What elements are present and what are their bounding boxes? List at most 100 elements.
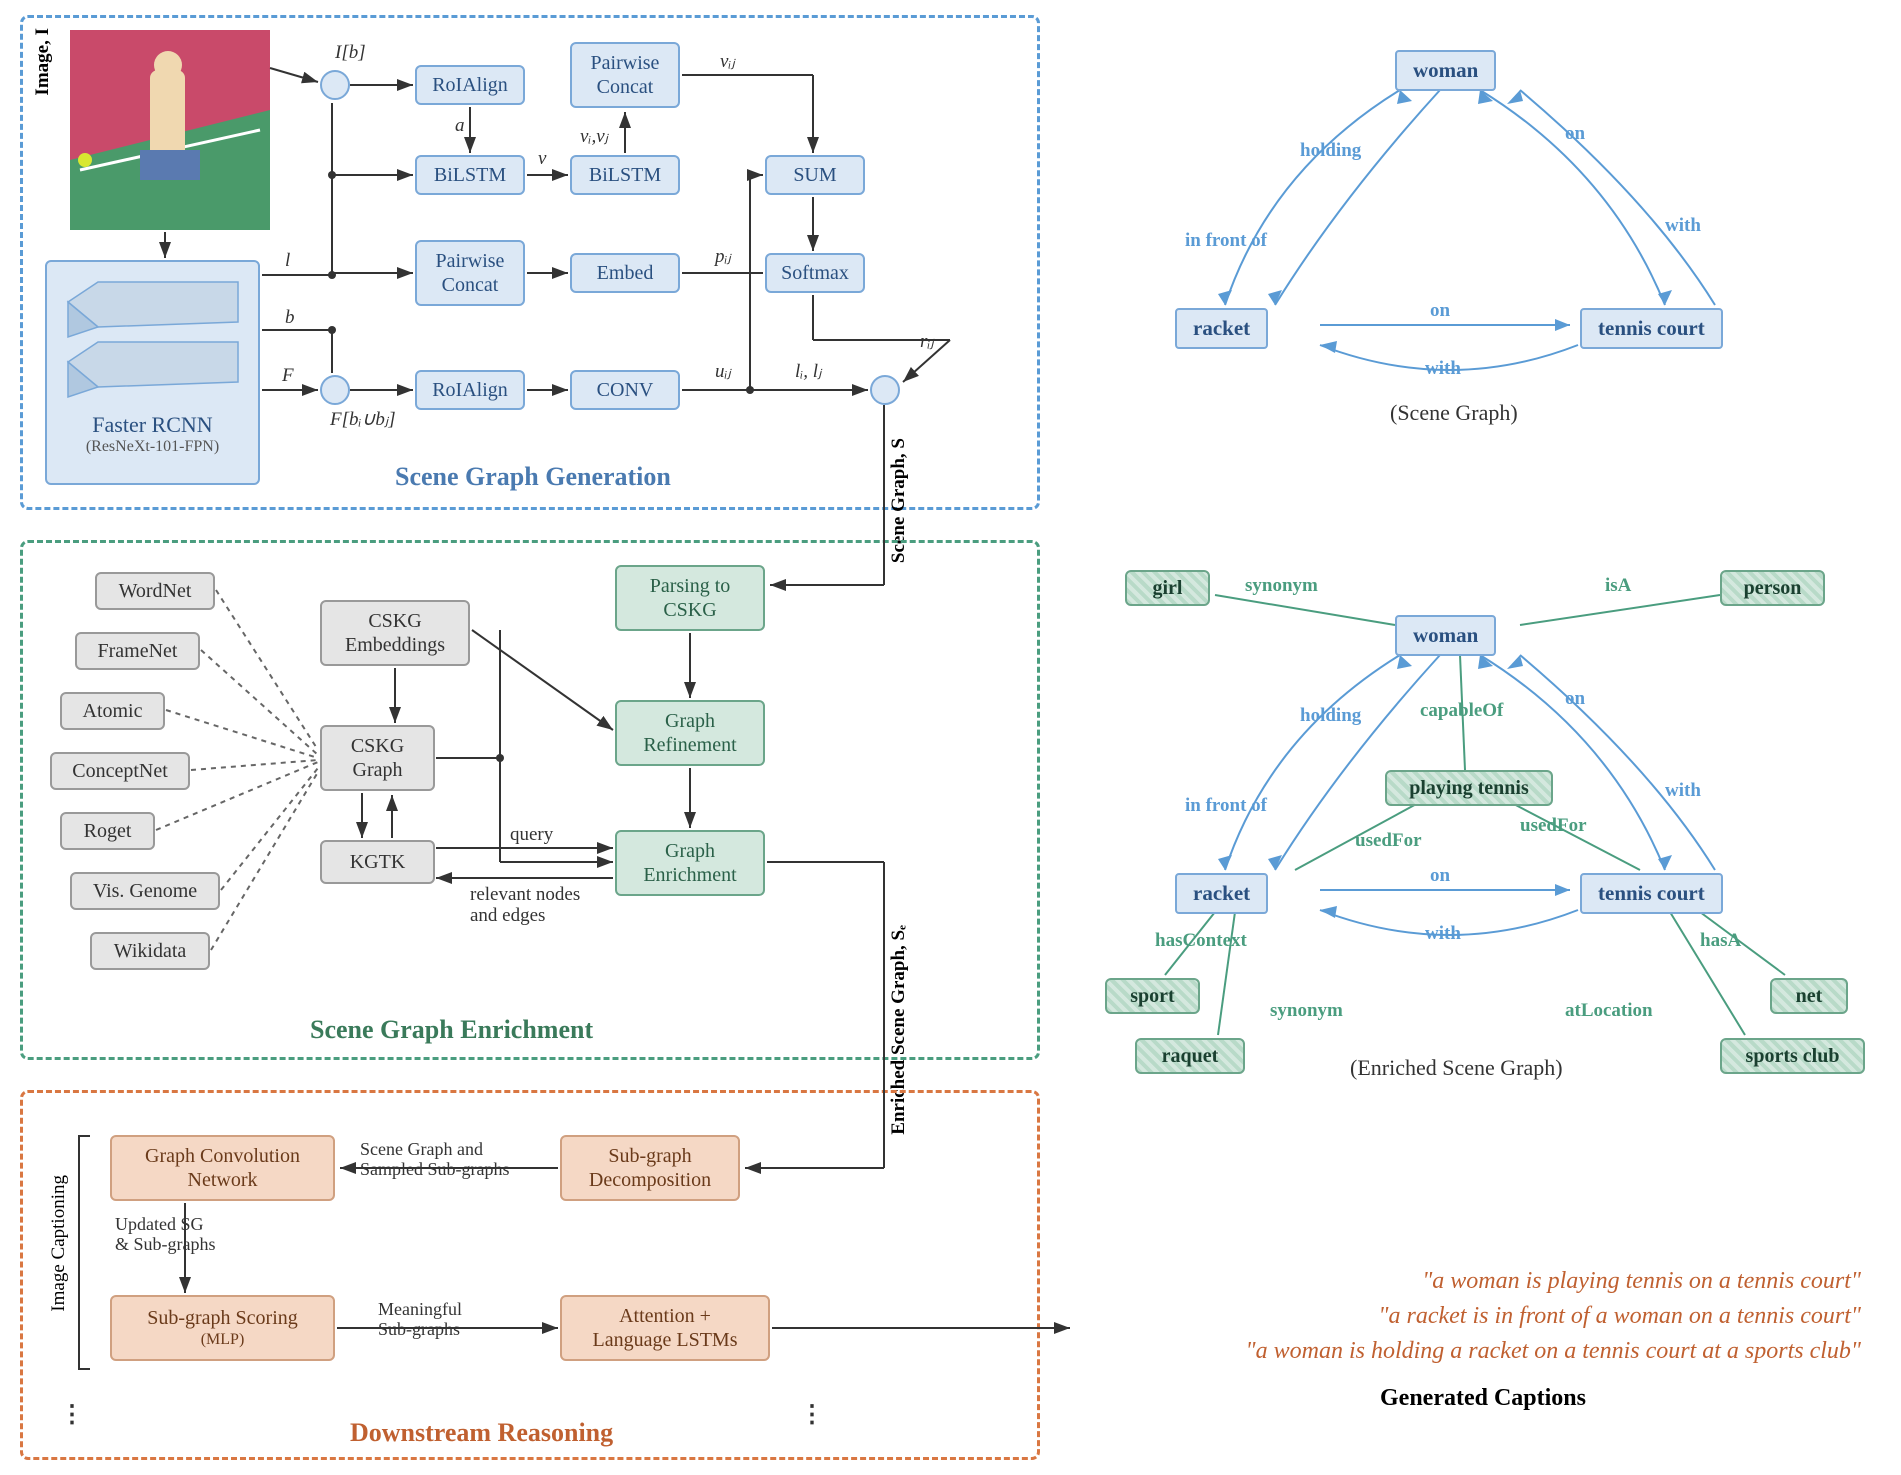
edge-label-vivj: vᵢ,vⱼ bbox=[580, 125, 608, 148]
sg-edge-with: with bbox=[1665, 215, 1701, 237]
caption-3: "a woman is holding a racket on a tennis… bbox=[1061, 1338, 1861, 1365]
caption-2: "a racket is in front of a woman on a te… bbox=[1061, 1303, 1861, 1330]
parsing-cskg: Parsing to CSKG bbox=[615, 565, 765, 631]
eg-edge-with2: with bbox=[1425, 923, 1461, 945]
merge-node-output bbox=[870, 375, 900, 405]
panel-scene-graph-enrichment bbox=[20, 540, 1040, 1060]
cskg-graph: CSKG Graph bbox=[320, 725, 435, 791]
edge-label-rij: rᵢⱼ bbox=[920, 330, 934, 353]
eg-edge-with: with bbox=[1665, 780, 1701, 802]
softmax-box: Softmax bbox=[765, 253, 865, 293]
eg-edge-on2: on bbox=[1430, 865, 1450, 887]
sg-edge-on: on bbox=[1565, 123, 1585, 145]
section-title-sgg: Scene Graph Generation bbox=[395, 462, 671, 492]
dots-left: ⋮ bbox=[60, 1400, 86, 1429]
subgraph-decomposition: Sub-graph Decomposition bbox=[560, 1135, 740, 1201]
conv-box: CONV bbox=[570, 370, 680, 410]
input-image bbox=[70, 30, 270, 230]
query-label: query bbox=[510, 824, 553, 846]
detector-name: Faster RCNN bbox=[57, 412, 248, 438]
sg-node-court: tennis court bbox=[1580, 308, 1723, 349]
kb-conceptnet: ConceptNet bbox=[50, 752, 190, 790]
kb-roget: Roget bbox=[60, 812, 155, 850]
edge-label-pij: pᵢⱼ bbox=[715, 245, 731, 268]
eg-node-court: tennis court bbox=[1580, 873, 1723, 914]
eg-ext-usedfor2: usedFor bbox=[1520, 815, 1587, 837]
attention-lstm: Attention + Language LSTMs bbox=[560, 1295, 770, 1361]
scoring-sub: (MLP) bbox=[201, 1330, 245, 1349]
eg-ext-sport: sport bbox=[1105, 978, 1200, 1014]
cskg-embeddings: CSKG Embeddings bbox=[320, 600, 470, 666]
sum-box: SUM bbox=[765, 155, 865, 195]
eg-ext-hascontext: hasContext bbox=[1155, 930, 1247, 952]
sg-edge-infrontof: in front of bbox=[1185, 230, 1267, 252]
image-captioning-label: Image Captioning bbox=[48, 1175, 70, 1312]
faster-rcnn-box: Faster RCNN (ResNeXt-101-FPN) bbox=[45, 260, 260, 485]
edge-label-b: b bbox=[285, 307, 295, 329]
eg-ext-capableof: capableOf bbox=[1420, 700, 1503, 722]
edge-label-lilj: lᵢ, lⱼ bbox=[795, 360, 821, 383]
eg-ext-atlocation: atLocation bbox=[1565, 1000, 1653, 1022]
eg-ext-person: person bbox=[1720, 570, 1825, 606]
graph-enrichment: Graph Enrichment bbox=[615, 830, 765, 896]
section-title-sge: Scene Graph Enrichment bbox=[310, 1015, 593, 1045]
eg-ext-usedfor1: usedFor bbox=[1355, 830, 1422, 852]
bilstm-1: BiLSTM bbox=[415, 155, 525, 195]
edge-label-Fbibj: F[bᵢ∪bⱼ] bbox=[330, 408, 396, 431]
eg-ext-synonym1: synonym bbox=[1245, 575, 1318, 597]
pairwise-concat-1: Pairwise Concat bbox=[570, 42, 680, 108]
edge-label-vij: vᵢⱼ bbox=[720, 50, 735, 73]
eg-ext-playing: playing tennis bbox=[1385, 770, 1553, 806]
scoring-title: Sub-graph Scoring bbox=[147, 1306, 298, 1330]
kb-framenet: FrameNet bbox=[75, 632, 200, 670]
eg-ext-net: net bbox=[1770, 978, 1848, 1014]
roialign-2: RoIAlign bbox=[415, 370, 525, 410]
dots-right: ⋮ bbox=[800, 1400, 826, 1429]
image-captioning-bracket bbox=[78, 1135, 90, 1370]
caption-1: "a woman is playing tennis on a tennis c… bbox=[1061, 1268, 1861, 1295]
eg-edge-holding: holding bbox=[1300, 705, 1361, 727]
kb-wikidata: Wikidata bbox=[90, 932, 210, 970]
eg-node-racket: racket bbox=[1175, 873, 1268, 914]
eg-ext-synonym2: synonym bbox=[1270, 1000, 1343, 1022]
subgraph-scoring: Sub-graph Scoring (MLP) bbox=[110, 1295, 335, 1361]
edge-label-Ib: I[b] bbox=[335, 42, 366, 64]
roialign-1: RoIAlign bbox=[415, 65, 525, 105]
updated-label: Updated SG & Sub-graphs bbox=[115, 1215, 216, 1255]
edge-label-l: l bbox=[285, 250, 290, 272]
eg-ext-sportsclub: sports club bbox=[1720, 1038, 1865, 1074]
merge-node-features bbox=[320, 375, 350, 405]
enriched-graph-caption: (Enriched Scene Graph) bbox=[1350, 1055, 1563, 1081]
bilstm-2: BiLSTM bbox=[570, 155, 680, 195]
eg-ext-raquet: raquet bbox=[1135, 1038, 1245, 1074]
gcn-box: Graph Convolution Network bbox=[110, 1135, 335, 1201]
sg-edge-holding: holding bbox=[1300, 140, 1361, 162]
image-input-label: Image, I bbox=[32, 28, 54, 96]
sg-sampled-label: Scene Graph and Sampled Sub-graphs bbox=[360, 1140, 509, 1180]
generated-captions-title: Generated Captions bbox=[1380, 1385, 1586, 1412]
section-title-dr: Downstream Reasoning bbox=[350, 1418, 613, 1448]
meaningful-label: Meaningful Sub-graphs bbox=[378, 1300, 462, 1340]
eg-edge-on: on bbox=[1565, 688, 1585, 710]
edge-label-a: a bbox=[455, 115, 465, 137]
eg-ext-girl: girl bbox=[1125, 570, 1210, 606]
graph-refinement: Graph Refinement bbox=[615, 700, 765, 766]
sg-edge-on2: on bbox=[1430, 300, 1450, 322]
edge-label-v: v bbox=[538, 148, 546, 170]
kb-atomic: Atomic bbox=[60, 692, 165, 730]
eg-edge-infrontof: in front of bbox=[1185, 795, 1267, 817]
scene-graph-caption: (Scene Graph) bbox=[1390, 400, 1518, 426]
kb-visgenome: Vis. Genome bbox=[70, 872, 220, 910]
sg-node-woman: woman bbox=[1395, 50, 1496, 91]
relevant-label: relevant nodes and edges bbox=[470, 885, 580, 927]
sg-node-racket: racket bbox=[1175, 308, 1268, 349]
detector-backbone: (ResNeXt-101-FPN) bbox=[57, 438, 248, 456]
embed-box: Embed bbox=[570, 253, 680, 293]
eg-ext-isa: isA bbox=[1605, 575, 1631, 597]
kb-wordnet: WordNet bbox=[95, 572, 215, 610]
pairwise-concat-2: Pairwise Concat bbox=[415, 240, 525, 306]
edge-label-F: F bbox=[282, 365, 294, 387]
edge-label-uij: uᵢⱼ bbox=[715, 360, 731, 383]
sg-edge-with2: with bbox=[1425, 358, 1461, 380]
eg-ext-hasa: hasA bbox=[1700, 930, 1741, 952]
